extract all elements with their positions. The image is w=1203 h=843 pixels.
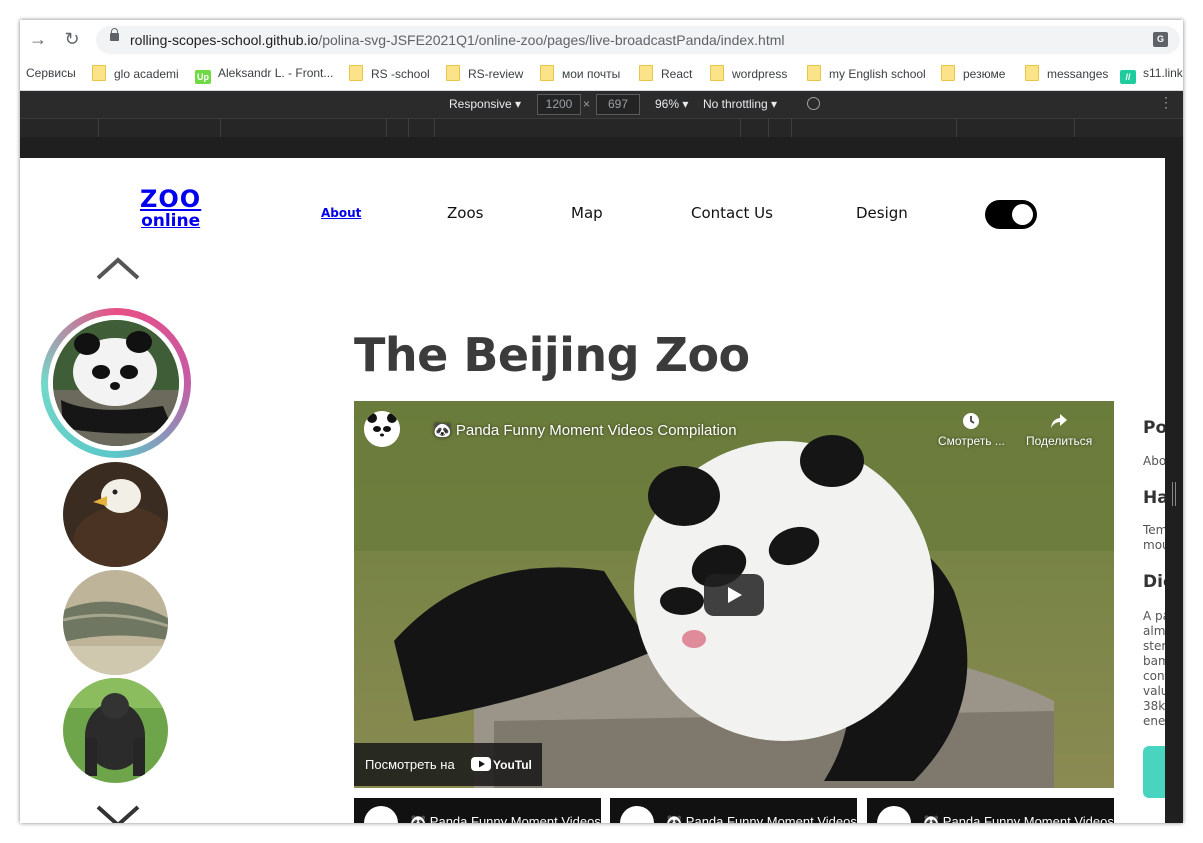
sidebar-text: alm (1143, 624, 1165, 638)
folder-icon (807, 65, 821, 81)
sidebar-action-button[interactable] (1143, 746, 1165, 798)
sidebar-text: valu (1143, 684, 1165, 698)
bookmark-item[interactable]: мои почты (540, 65, 620, 82)
panda-avatar-icon (877, 806, 911, 823)
crocodile-thumb-image (63, 570, 168, 675)
folder-icon (446, 65, 460, 81)
device-mode-select[interactable]: Responsive ▾ (449, 97, 521, 111)
folder-icon (941, 65, 955, 81)
play-button[interactable] (704, 574, 764, 616)
reload-icon[interactable]: ↻ (62, 29, 82, 49)
share-button[interactable]: Поделиться (1026, 411, 1092, 448)
sidebar-text: mou (1143, 538, 1165, 552)
watch-on-youtube-button[interactable]: Посмотреть на YouTube (354, 743, 542, 786)
throttling-select[interactable]: No throttling ▾ (703, 97, 777, 111)
zoom-select[interactable]: 96% ▾ (655, 97, 688, 111)
lock-icon (110, 28, 119, 41)
omnibox[interactable]: rolling-scopes-school.github.io/polina-s… (96, 26, 1180, 54)
sidebar-text: bam (1143, 654, 1165, 668)
times-icon: × (583, 97, 591, 111)
bookmark-item[interactable]: Up Aleksandr L. - Front... (195, 65, 333, 84)
s11-icon: // (1120, 70, 1136, 84)
video-player[interactable]: 🐼 Panda Funny Moment Videos Compilation … (354, 401, 1114, 788)
toggle-knob (1012, 204, 1033, 225)
address-bar-row: → ↻ rolling-scopes-school.github.io/poli… (20, 20, 1183, 58)
sidebar-heading: Ha (1143, 488, 1165, 508)
folder-icon (349, 65, 363, 81)
chevron-up-icon[interactable] (96, 256, 140, 280)
nav-about[interactable]: About (321, 206, 361, 220)
bookmark-item[interactable]: //s11.link (1120, 65, 1183, 84)
viewport-width-input[interactable]: 1200 (537, 94, 581, 115)
bookmarks-bar: Сервисы glo academi Up Aleksandr L. - Fro… (20, 58, 1183, 91)
forward-arrow-icon[interactable]: → (28, 29, 48, 49)
media-query-ruler[interactable] (20, 118, 1183, 138)
gorilla-thumb-image (63, 678, 168, 783)
devtools-gap (20, 137, 1183, 158)
site-logo[interactable]: ZOO online (140, 187, 201, 232)
translate-icon[interactable]: G (1153, 32, 1168, 47)
panda-avatar-icon (364, 411, 400, 447)
bookmark-item[interactable]: RS-review (446, 65, 523, 82)
eagle-thumb-image (63, 462, 168, 567)
bookmark-item[interactable]: messanges (1025, 65, 1108, 82)
thumbnail-panda-active[interactable] (41, 308, 191, 458)
sidebar-heading: Die (1143, 572, 1165, 592)
svg-text:YouTube: YouTube (493, 758, 531, 772)
sidebar-text: Abo (1143, 454, 1165, 468)
mini-video[interactable]: 🐼 Panda Funny Moment Videos Compilation (610, 798, 857, 823)
chevron-down-icon[interactable] (96, 803, 140, 823)
bookmark-item[interactable]: my English school (807, 65, 926, 82)
nav-design[interactable]: Design (856, 204, 908, 222)
rotate-icon[interactable] (807, 97, 820, 110)
video-title[interactable]: 🐼 Panda Funny Moment Videos Compilation (433, 421, 737, 439)
resize-gutter[interactable] (1165, 158, 1183, 823)
sidebar-text: Tem (1143, 523, 1165, 537)
sidebar-heading: Po (1143, 418, 1165, 438)
sidebar-text: 38k (1143, 699, 1165, 713)
mini-video[interactable]: 🐼 Panda Funny Moment Videos Compilation (354, 798, 601, 823)
sidebar-text: ster (1143, 639, 1165, 653)
browser-window: → ↻ rolling-scopes-school.github.io/poli… (20, 20, 1183, 823)
sidebar-text: ene (1143, 714, 1165, 728)
page-viewport: ZOO online About Zoos Map Contact Us Des… (20, 158, 1165, 823)
sidebar-text: con (1143, 669, 1165, 683)
folder-icon (92, 65, 106, 81)
thumbnail-eagle[interactable] (63, 462, 168, 567)
bookmark-item[interactable]: React (639, 65, 692, 82)
mini-video[interactable]: 🐼 Panda Funny Moment Videos Compilation (867, 798, 1114, 823)
bookmark-item[interactable]: wordpress (710, 65, 787, 82)
nav-zoos[interactable]: Zoos (447, 204, 483, 222)
thumbnail-crocodile[interactable] (63, 570, 168, 675)
nav-map[interactable]: Map (571, 204, 603, 222)
page-title: The Beijing Zoo (354, 328, 750, 382)
folder-icon (639, 65, 653, 81)
folder-icon (540, 65, 554, 81)
panda-thumb-image (53, 320, 179, 446)
share-icon (1051, 414, 1068, 428)
folder-icon (710, 65, 724, 81)
more-options-icon[interactable]: ⋮ (1159, 95, 1173, 109)
nav-contact-us[interactable]: Contact Us (691, 204, 773, 222)
bookmark-services[interactable]: Сервисы (26, 65, 76, 81)
youtube-logo-icon: YouTube (471, 757, 531, 772)
bookmark-item[interactable]: RS -school (349, 65, 430, 82)
theme-toggle[interactable] (985, 200, 1037, 229)
url-text[interactable]: rolling-scopes-school.github.io/polina-s… (130, 32, 784, 48)
watch-later-button[interactable]: Смотреть ... (938, 411, 1005, 448)
panda-avatar-icon (620, 806, 654, 823)
clock-icon (963, 413, 980, 429)
thumbnail-gorilla[interactable] (63, 678, 168, 783)
bookmark-item[interactable]: резюме (941, 65, 1005, 82)
channel-avatar[interactable] (364, 411, 400, 447)
viewport-height-input[interactable]: 697 (596, 94, 640, 115)
upwork-icon: Up (195, 70, 211, 84)
bookmark-item[interactable]: glo academi (92, 65, 179, 82)
resize-handle-icon[interactable] (1172, 482, 1173, 506)
panda-avatar-icon (364, 806, 398, 823)
sidebar-text: A pa (1143, 609, 1165, 623)
device-toolbar: Responsive ▾ 1200 × 697 96% ▾ No throttl… (20, 91, 1183, 118)
folder-icon (1025, 65, 1039, 81)
